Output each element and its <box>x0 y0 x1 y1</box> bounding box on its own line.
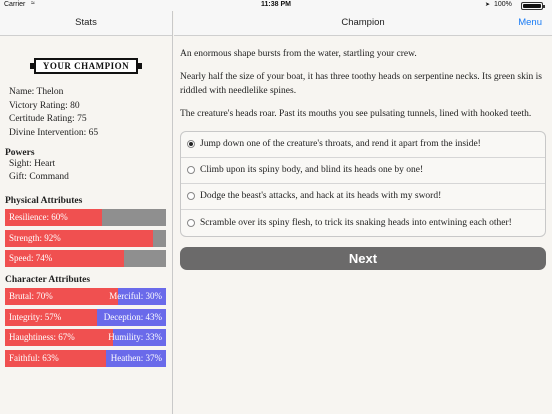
name-label: Name: Thelon <box>9 87 64 97</box>
choice-list: Jump down one of the creature's throats,… <box>180 130 546 237</box>
story-panel: Champion Menu An enormous shape bursts f… <box>174 11 552 414</box>
bar-label: Strength: 92% <box>9 232 61 243</box>
choice-label: Scramble over its spiny flesh, to trick … <box>200 217 512 228</box>
bar-label-right: Deception: 43% <box>103 311 162 322</box>
character-attributes: Brutal: 70% Merciful: 30% Integrity: 57%… <box>0 288 166 367</box>
divine-intervention: Divine Intervention: 65 <box>9 127 99 138</box>
next-button[interactable]: Next <box>180 246 546 270</box>
powers-title: Powers <box>5 148 35 158</box>
attribute-bar-speed: Speed: 74% <box>5 250 166 267</box>
bar-label: Resilience: 60% <box>9 212 68 222</box>
location-arrow-icon: ➤ <box>485 2 491 8</box>
bar-label-left: Haughtiness: 67% <box>9 332 75 342</box>
bar-label-left: Faithful: 63% <box>9 352 59 363</box>
character-attributes-title: Character Attributes <box>5 275 91 285</box>
champion-logo: YOUR CHAMPION <box>30 58 142 74</box>
choice-option[interactable]: Climb upon its spiny body, and blind its… <box>181 158 545 184</box>
bar-label-right: Heathen: 37% <box>110 352 162 363</box>
bar-label-left: Integrity: 57% <box>9 311 62 322</box>
battery-icon <box>521 2 545 10</box>
bar-label-right: Humility: 33% <box>108 332 162 342</box>
radio-button[interactable] <box>187 166 195 174</box>
attribute-bar-integrity-deception: Integrity: 57% Deception: 43% <box>5 308 166 326</box>
radio-button[interactable] <box>187 218 195 227</box>
choice-option[interactable]: Scramble over its spiny flesh, to trick … <box>181 210 545 236</box>
champion-info: Name: Thelon Victory Rating: 80 Certitud… <box>0 86 172 140</box>
story-text: An enormous shape bursts from the water,… <box>174 36 552 121</box>
attribute-bar-strength: Strength: 92% <box>5 229 166 247</box>
choice-option[interactable]: Dodge the beast's attacks, and hack at i… <box>181 184 545 210</box>
victory-rating: Victory Rating: 80 <box>9 100 80 111</box>
page-title: Champion <box>341 17 385 28</box>
radio-button[interactable] <box>187 140 195 148</box>
bar-label-left: Brutal: 70% <box>9 291 53 301</box>
attribute-bar-faithful-heathen: Faithful: 63% Heathen: 37% <box>5 349 166 367</box>
physical-attributes-title: Physical Attributes <box>5 196 83 206</box>
clock: 11:38 PM <box>261 1 291 8</box>
nav-bar: Champion Menu <box>174 11 552 36</box>
status-bar: Carrier ≈ 11:38 PM ➤ 100% <box>0 0 552 11</box>
bar-label: Speed: 74% <box>9 253 53 263</box>
attribute-bar-haughtiness-humility: Haughtiness: 67% Humility: 33% <box>5 329 166 346</box>
powers-section: Powers Sight: Heart Gift: Command <box>0 148 172 184</box>
choice-option[interactable]: Jump down one of the creature's throats,… <box>181 132 545 158</box>
bar-label-right: Merciful: 30% <box>109 291 162 301</box>
power-item: Gift: Command <box>9 172 69 182</box>
menu-button[interactable]: Menu <box>518 11 542 35</box>
choice-label: Dodge the beast's attacks, and hack at i… <box>200 191 442 201</box>
story-paragraph: Nearly half the size of your boat, it ha… <box>180 72 542 96</box>
battery-percent: 100% <box>494 1 512 8</box>
stats-panel: Stats YOUR CHAMPION Name: Thelon Victory… <box>0 11 173 414</box>
story-paragraph: The creature's heads roar. Past its mout… <box>180 108 532 119</box>
physical-attributes: Resilience: 60% Strength: 92% Speed: 74% <box>0 209 166 267</box>
choice-label: Jump down one of the creature's throats,… <box>200 139 481 149</box>
power-item: Sight: Heart <box>9 159 56 169</box>
stats-title: Stats <box>0 11 172 36</box>
attribute-bar-brutal-merciful: Brutal: 70% Merciful: 30% <box>5 288 166 305</box>
story-paragraph: An enormous shape bursts from the water,… <box>180 49 417 59</box>
certitude-rating: Certitude Rating: 75 <box>9 114 87 124</box>
attribute-bar-resilience: Resilience: 60% <box>5 209 166 226</box>
radio-button[interactable] <box>187 192 195 200</box>
choice-label: Climb upon its spiny body, and blind its… <box>200 165 424 175</box>
